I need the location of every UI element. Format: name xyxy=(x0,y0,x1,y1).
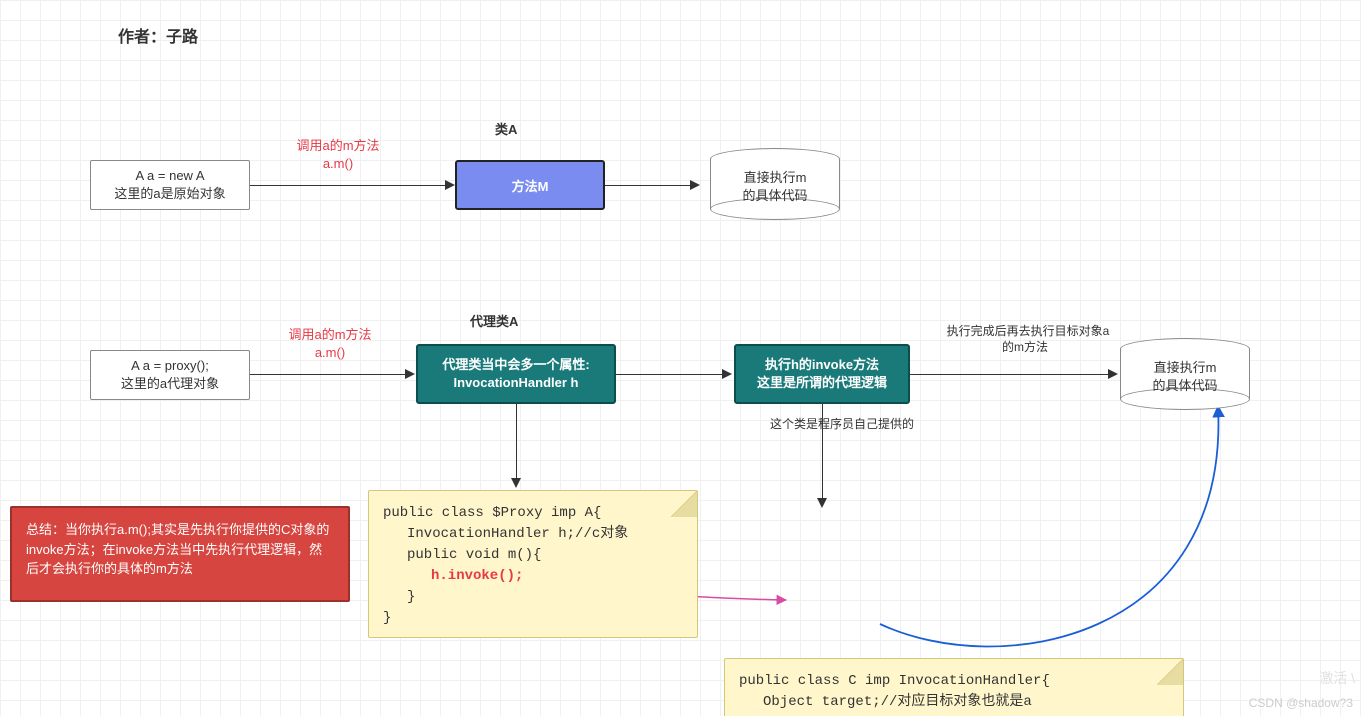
box-proxy-handler-l2: InvocationHandler h xyxy=(454,374,579,392)
note-c-code: public class C imp InvocationHandler{ Ob… xyxy=(724,658,1184,716)
note-proxy-code: public class $Proxy imp A{ InvocationHan… xyxy=(368,490,698,638)
provided-note: 这个类是程序员自己提供的 xyxy=(770,417,914,433)
arrow-invoke-down-head xyxy=(817,498,827,508)
watermark: CSDN @shadow?3 xyxy=(1249,696,1353,710)
arrow-row2-3 xyxy=(910,374,1110,375)
box-proxy-handler-l1: 代理类当中会多一个属性: xyxy=(442,356,589,374)
arrow-row2-2 xyxy=(616,374,724,375)
classA-title: 类A xyxy=(495,122,517,139)
box-new-a-l2: 这里的a是原始对象 xyxy=(114,185,225,203)
arrow-proxy-down-head xyxy=(511,478,521,488)
edge-row2-lbl-top: 调用a的m方法 xyxy=(270,327,390,344)
arrow-row1-2 xyxy=(605,185,690,186)
arrow-row2-2-head xyxy=(722,369,732,379)
box-invoke-h: 执行h的invoke方法 这里是所谓的代理逻辑 xyxy=(734,344,910,404)
box-method-m: 方法M xyxy=(455,160,605,210)
note1-l3: public void m(){ xyxy=(383,545,683,566)
edge-row1-lbl-top: 调用a的m方法 xyxy=(278,138,398,155)
arrow-row1-1-head xyxy=(445,180,455,190)
summary-box: 总结：当你执行a.m();其实是先执行你提供的C对象的invoke方法；在inv… xyxy=(10,506,350,602)
box-proxy-handler: 代理类当中会多一个属性: InvocationHandler h xyxy=(416,344,616,404)
arrow-row1-1 xyxy=(250,185,446,186)
cyl1-l1: 直接执行m xyxy=(744,169,807,187)
arrow-row1-2-head xyxy=(690,180,700,190)
edge-row2-lbl-bot: a.m() xyxy=(270,345,390,362)
note2-l1: public class C imp InvocationHandler{ xyxy=(739,671,1169,692)
arrow-row2-3-head xyxy=(1108,369,1118,379)
arrow-row2-1 xyxy=(250,374,406,375)
arrow-proxy-down xyxy=(516,404,517,480)
author-label: 作者：子路 xyxy=(118,28,198,49)
cylinder-exec-m-1: 直接执行m 的具体代码 xyxy=(710,148,840,220)
cylinder-exec-m-2: 直接执行m 的具体代码 xyxy=(1120,338,1250,410)
box-proxy-a-l2: 这里的a代理对象 xyxy=(121,375,219,393)
box-proxy-a: A a = proxy(); 这里的a代理对象 xyxy=(90,350,250,400)
arrow-row2-1-head xyxy=(405,369,415,379)
box-invoke-h-l2: 这里是所谓的代理逻辑 xyxy=(757,374,887,392)
note1-l4: h.invoke(); xyxy=(383,566,683,587)
edge-row1-lbl-bot: a.m() xyxy=(278,156,398,173)
cyl1-l2: 的具体代码 xyxy=(742,187,807,205)
cyl2-l1: 直接执行m xyxy=(1154,359,1217,377)
box-invoke-h-l1: 执行h的invoke方法 xyxy=(765,356,879,374)
note1-l5: } xyxy=(383,587,683,608)
edge-row2-3-top: 执行完成后再去执行目标对象a xyxy=(928,324,1128,340)
note1-l6: } xyxy=(383,608,683,629)
box-method-m-text: 方法M xyxy=(512,176,549,195)
box-new-a-l1: A a = new A xyxy=(135,167,204,185)
box-new-a: A a = new A 这里的a是原始对象 xyxy=(90,160,250,210)
box-proxy-a-l1: A a = proxy(); xyxy=(131,357,209,375)
edge-row2-3-bot: 的m方法 xyxy=(960,340,1090,356)
watermark-activate: 激活 \ xyxy=(1319,668,1355,688)
note2-l2: Object target;//对应目标对象也就是a xyxy=(739,692,1169,713)
note1-l1: public class $Proxy imp A{ xyxy=(383,503,683,524)
note1-l2: InvocationHandler h;//c对象 xyxy=(383,524,683,545)
proxyA-title: 代理类A xyxy=(470,314,518,331)
cyl2-l2: 的具体代码 xyxy=(1152,377,1217,395)
